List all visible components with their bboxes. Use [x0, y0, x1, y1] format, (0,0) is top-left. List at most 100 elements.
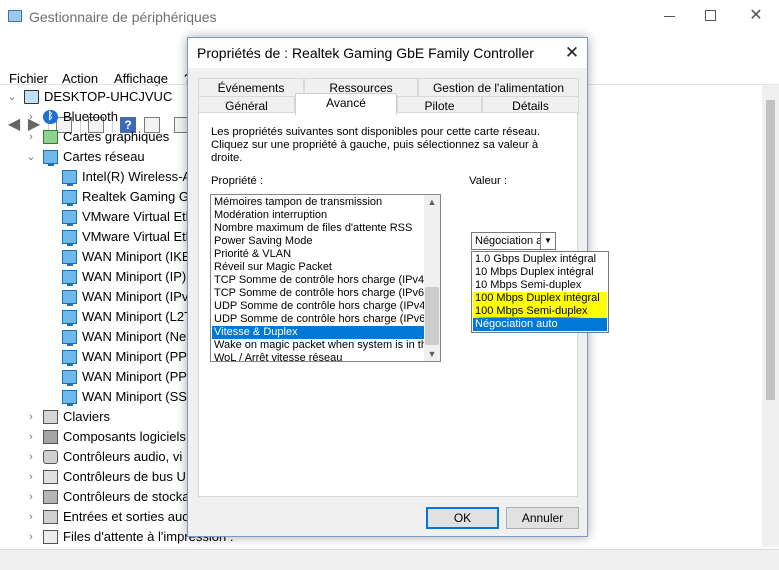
expand-arrow-icon[interactable]: ›	[25, 527, 37, 547]
minimize-icon	[663, 16, 675, 17]
scroll-up-arrow-icon[interactable]: ▲	[424, 195, 440, 209]
property-item[interactable]: Nombre maximum de files d'attente RSS	[212, 222, 424, 235]
tree-node-display-adapters[interactable]: › Cartes graphiques	[0, 127, 190, 147]
tree-node-bluetooth[interactable]: › ᛒ Bluetooth	[0, 107, 190, 127]
expand-arrow-icon[interactable]: ›	[25, 427, 37, 447]
tree-node-adapter[interactable]: WAN Miniport (IKE	[0, 247, 191, 267]
tree-node-computer[interactable]: ⌄ DESKTOP-UHCJVUC	[0, 87, 190, 107]
value-option-highlighted[interactable]: 100 Mbps Duplex intégral	[473, 292, 607, 305]
tree-node-network-adapters[interactable]: ⌄ Cartes réseau	[0, 147, 190, 167]
value-option[interactable]: 10 Mbps Semi-duplex	[473, 279, 607, 292]
network-adapter-icon	[62, 250, 77, 266]
property-list-scrollbar[interactable]: ▲ ▼	[424, 195, 440, 361]
ok-button[interactable]: OK	[426, 507, 499, 529]
tree-label: Bluetooth	[63, 109, 118, 124]
value-dropdown-list[interactable]: 1.0 Gbps Duplex intégral 10 Mbps Duplex …	[471, 251, 609, 333]
tree-label: WAN Miniport (IKE	[82, 249, 191, 264]
property-listbox[interactable]: Mémoires tampon de transmission Modérati…	[210, 194, 441, 362]
tree-label: Contrôleurs de bus U	[63, 469, 186, 484]
property-item[interactable]: UDP Somme de contrôle hors charge (IPv6)	[212, 313, 424, 326]
property-item[interactable]: Mémoires tampon de transmission	[212, 196, 424, 209]
tree-label: Contrôleurs de stocka	[63, 489, 190, 504]
value-dropdown-current: Négociation a	[475, 235, 543, 247]
audio-icon	[43, 450, 58, 464]
tree-node-storage-controllers[interactable]: › Contrôleurs de stocka	[0, 487, 190, 507]
property-label: Propriété :	[211, 175, 264, 187]
value-option[interactable]: 1.0 Gbps Duplex intégral	[473, 253, 607, 266]
tree-node-audio-controllers[interactable]: › Contrôleurs audio, vi	[0, 447, 190, 467]
network-adapter-icon	[62, 170, 77, 186]
expand-arrow-icon[interactable]: ›	[25, 447, 37, 467]
property-item[interactable]: Réveil sur Magic Packet	[212, 261, 424, 274]
tree-node-adapter[interactable]: WAN Miniport (IP)	[0, 267, 190, 287]
expand-arrow-icon[interactable]: ›	[25, 127, 37, 147]
tree-node-adapter[interactable]: WAN Miniport (IPv	[0, 287, 190, 307]
collapse-arrow-icon[interactable]: ⌄	[6, 87, 18, 107]
tree-node-adapter[interactable]: VMware Virtual Eth	[0, 227, 193, 247]
value-option-selected[interactable]: Négociation auto	[473, 318, 607, 331]
property-item[interactable]: Priorité & VLAN	[212, 248, 424, 261]
property-item-selected[interactable]: Vitesse & Duplex	[212, 326, 424, 339]
tree-node-adapter[interactable]: WAN Miniport (PP	[0, 367, 190, 387]
network-adapter-icon	[62, 370, 77, 386]
expand-arrow-icon[interactable]: ›	[25, 107, 37, 127]
dropdown-arrow-icon[interactable]: ▼	[540, 233, 555, 249]
network-adapter-icon	[62, 230, 77, 246]
tree-node-software-components[interactable]: › Composants logiciels	[0, 427, 190, 447]
tab-evenements[interactable]: Événements	[198, 78, 304, 97]
network-adapter-icon	[62, 270, 77, 286]
cancel-button[interactable]: Annuler	[506, 507, 579, 529]
tree-node-adapter[interactable]: Realtek Gaming Gb	[0, 187, 196, 207]
tab-avance[interactable]: Avancé	[295, 93, 397, 115]
property-item[interactable]: UDP Somme de contrôle hors charge (IPv4)	[212, 300, 424, 313]
maximize-button[interactable]	[700, 6, 720, 26]
property-list-scroll-thumb[interactable]	[425, 287, 439, 345]
property-item[interactable]: TCP Somme de contrôle hors charge (IPv6)	[212, 287, 424, 300]
scroll-down-arrow-icon[interactable]: ▼	[424, 347, 440, 361]
storage-icon	[43, 490, 58, 504]
tree-label: Realtek Gaming Gb	[82, 189, 197, 204]
property-item[interactable]: Modération interruption	[212, 209, 424, 222]
expand-arrow-icon[interactable]: ›	[25, 507, 37, 527]
expand-arrow-icon[interactable]: ›	[25, 487, 37, 507]
tree-node-adapter[interactable]: Intel(R) Wireless-A	[0, 167, 191, 187]
value-option[interactable]: 10 Mbps Duplex intégral	[473, 266, 607, 279]
tree-label: WAN Miniport (IPv	[82, 289, 189, 304]
tree-node-adapter[interactable]: VMware Virtual Eth	[0, 207, 194, 227]
tree-label: Claviers	[63, 409, 110, 424]
network-adapter-icon	[62, 350, 77, 366]
property-item[interactable]: TCP Somme de contrôle hors charge (IPv4)	[212, 274, 424, 287]
tree-node-adapter[interactable]: WAN Miniport (L2T	[0, 307, 193, 327]
tree-node-usb-controllers[interactable]: › Contrôleurs de bus U	[0, 467, 190, 487]
collapse-arrow-icon[interactable]: ⌄	[25, 147, 37, 167]
tree-node-adapter[interactable]: WAN Miniport (Ne	[0, 327, 190, 347]
minimize-button[interactable]	[659, 6, 679, 26]
property-item[interactable]: Wake on magic packet when system is in t…	[212, 339, 424, 352]
keyboard-icon	[43, 410, 58, 424]
dialog-title: Propriétés de : Realtek Gaming GbE Famil…	[197, 45, 534, 61]
network-adapter-icon	[62, 310, 77, 326]
close-button[interactable]: ✕	[746, 6, 766, 26]
tree-label: Contrôleurs audio, vi	[63, 449, 183, 464]
expand-arrow-icon[interactable]: ›	[25, 467, 37, 487]
tree-node-audio-io[interactable]: › Entrées et sorties aud	[0, 507, 190, 527]
advanced-tab-panel: Les propriétés suivantes sont disponible…	[198, 112, 609, 497]
tree-scrollbar-thumb[interactable]	[766, 100, 775, 400]
device-manager-title: Gestionnaire de périphériques	[29, 9, 217, 25]
tree-node-adapter[interactable]: WAN Miniport (PP	[0, 347, 190, 367]
property-item[interactable]: WoL / Arrêt vitesse réseau	[212, 352, 424, 361]
tree-node-keyboards[interactable]: › Claviers	[0, 407, 190, 427]
tree-label: VMware Virtual Eth	[82, 209, 194, 224]
network-adapter-icon	[62, 190, 77, 206]
tree-label: WAN Miniport (Ne	[82, 329, 187, 344]
tree-node-adapter[interactable]: WAN Miniport (SS	[0, 387, 190, 407]
tree-label: WAN Miniport (L2T	[82, 309, 193, 324]
tree-label: WAN Miniport (PP	[82, 349, 187, 364]
properties-dialog: Propriétés de : Realtek Gaming GbE Famil…	[187, 37, 609, 537]
value-dropdown[interactable]: Négociation a ▼	[471, 232, 556, 250]
dialog-close-button[interactable]: ✕	[562, 43, 582, 63]
display-adapter-icon	[43, 130, 58, 144]
expand-arrow-icon[interactable]: ›	[25, 407, 37, 427]
tab-gestion-alimentation[interactable]: Gestion de l'alimentation	[418, 78, 579, 97]
property-item[interactable]: Power Saving Mode	[212, 235, 424, 248]
